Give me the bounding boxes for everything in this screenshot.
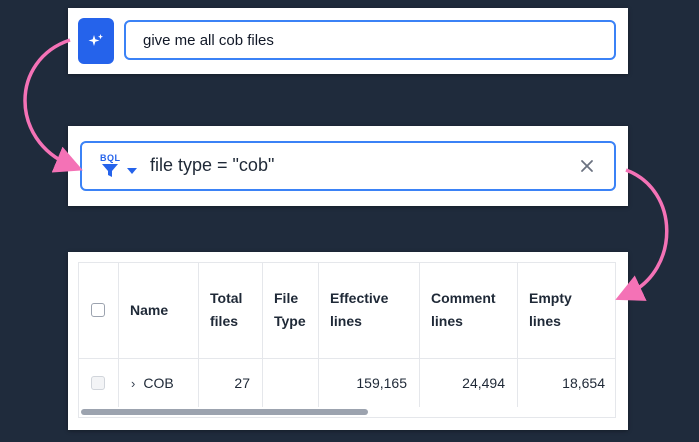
arrow-filter-to-table xyxy=(615,168,669,301)
arrow-prompt-to-filter xyxy=(23,38,83,173)
flow-arrows xyxy=(23,38,669,301)
